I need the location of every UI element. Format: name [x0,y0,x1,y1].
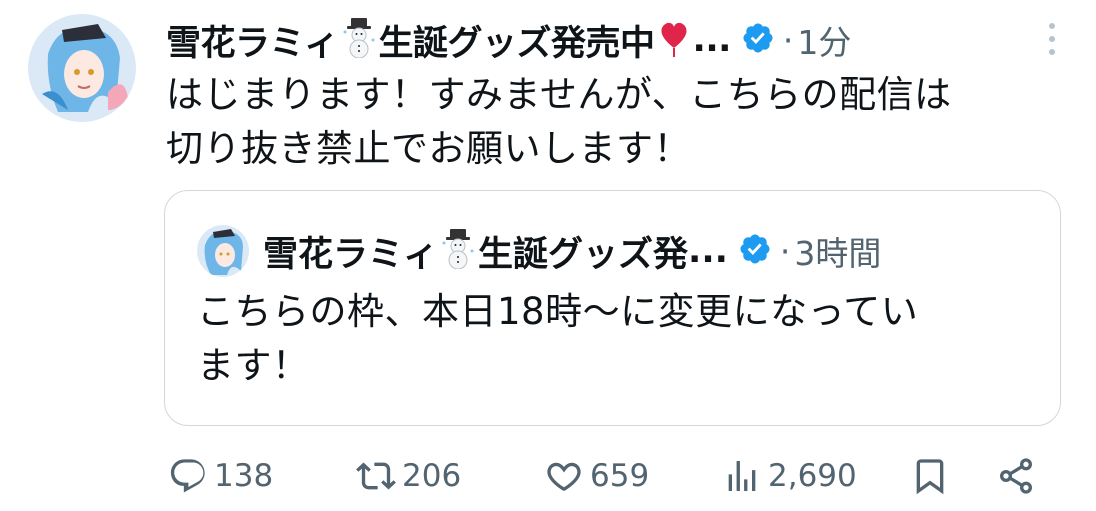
retweet-icon [356,462,396,490]
quoted-author-name-suffix: 生誕グッズ発 [478,234,689,275]
tweet-text-line: はじまります！すみませんが、こちらの配信は [166,73,952,116]
more-dots-icon[interactable] [1048,22,1056,60]
views-count: 2,690 [768,458,857,494]
tweet-time[interactable]: 1分 [797,16,851,64]
like-icon [547,462,581,491]
heart-emoji [657,18,691,62]
like-button[interactable]: 659 [544,456,649,496]
quoted-tweet[interactable]: 雪花ラミィ 生誕グッズ発 ... · 3時間 こちらの枠、本日18時〜に変更にな… [164,190,1061,426]
reply-count: 138 [214,458,274,494]
quoted-time: 3時間 [794,234,882,273]
quoted-text-line: こちらの枠、本日18時〜に変更になってい [197,290,919,333]
name-ellipsis: ... [692,20,732,60]
share-button[interactable] [996,456,1036,496]
snowman-emoji [341,18,377,62]
snowman-emoji [440,229,476,273]
reply-icon [170,459,205,493]
action-bar: 138 206 659 2,690 [166,456,1046,506]
quoted-time-separator: · [779,231,791,271]
tweet-header: 雪花ラミィ 生誕グッズ発売中 ... · 1分 [166,14,851,66]
tweet-text-line: 切り抜き禁止でお願いします！ [166,127,691,170]
share-icon [1000,458,1032,494]
bookmark-icon [916,459,944,495]
time-separator: · [782,20,794,60]
retweet-count: 206 [402,458,462,494]
author-name[interactable]: 雪花ラミィ [166,15,339,66]
quoted-text-line: ます！ [197,344,310,387]
quoted-author-name: 雪花ラミィ [263,234,439,275]
verified-badge-icon [738,232,772,270]
quoted-header: 雪花ラミィ 生誕グッズ発 ... · 3時間 [197,225,881,277]
author-name-suffix[interactable]: 生誕グッズ発売中 [379,15,656,66]
bookmark-button[interactable] [910,456,950,496]
quoted-text: こちらの枠、本日18時〜に変更になってい ます！ [197,285,1017,393]
like-count: 659 [590,458,650,494]
quoted-name-ellipsis: ... [688,231,728,271]
retweet-button[interactable]: 206 [356,456,461,496]
author-avatar[interactable] [28,14,136,122]
reply-button[interactable]: 138 [168,456,273,496]
tweet-text: はじまります！すみませんが、こちらの配信は 切り抜き禁止でお願いします！ [166,68,1056,176]
quoted-author-avatar [197,225,249,277]
verified-badge-icon [741,21,775,59]
views-icon [728,461,756,491]
views-button[interactable]: 2,690 [722,456,857,496]
